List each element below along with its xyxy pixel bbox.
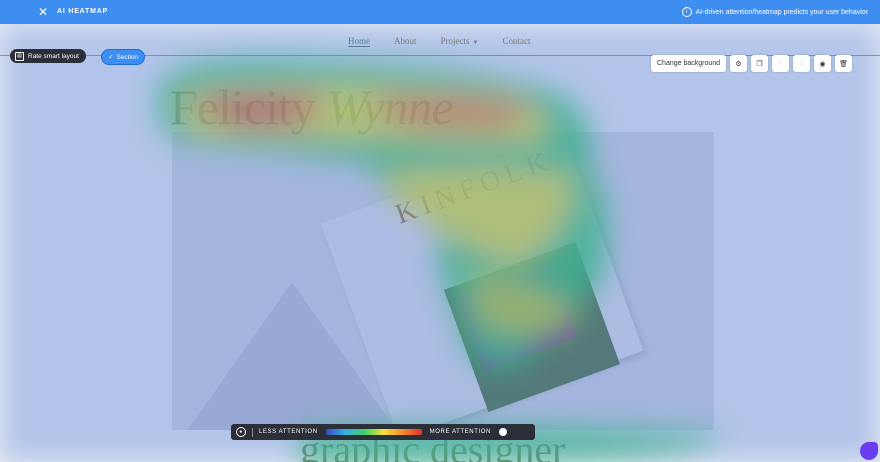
chevron-down-icon: ▼ [472, 40, 479, 46]
change-background-button[interactable]: Change background [651, 55, 727, 72]
legend-toggle-icon[interactable] [498, 428, 507, 436]
site-canvas: KINFOLK Felicity Wynne graphic designer … [0, 24, 880, 462]
hero-image: KINFOLK [172, 132, 714, 430]
duplicate-icon[interactable]: ❐ [751, 55, 769, 72]
settings-icon[interactable]: ⚙ [730, 55, 748, 72]
check-icon: ✓ [108, 54, 114, 61]
heatmap-title: AI HEATMAP [57, 8, 109, 15]
layout-icon: ▤ [15, 51, 24, 61]
chat-help-icon[interactable] [860, 442, 878, 460]
nav-item-about[interactable]: About [394, 36, 417, 47]
eye-icon[interactable]: ● [236, 427, 246, 437]
section-tag-label: Section [116, 53, 139, 61]
hide-eye-icon[interactable]: ◉ [814, 55, 832, 72]
nav-item-home[interactable]: Home [348, 36, 370, 47]
legend-divider [252, 427, 253, 437]
heatmap-info: i AI-driven attention/heatmap predicts y… [681, 7, 868, 17]
heatmap-info-text: AI-driven attention/heatmap predicts you… [695, 8, 868, 16]
section-tag[interactable]: ✓ Section [101, 49, 146, 65]
close-icon[interactable]: ✕ [36, 5, 50, 19]
info-circle-icon: i [681, 7, 692, 17]
site-nav: Home About Projects ▼ Contact [348, 36, 554, 47]
site-name-first: Felicity [170, 79, 316, 135]
nav-item-projects[interactable]: Projects ▼ [441, 36, 479, 47]
rate-smart-layout-button[interactable]: ▤ Rate smart layout [10, 49, 86, 63]
site-name-last: Wynne [326, 79, 453, 135]
nav-item-contact[interactable]: Contact [502, 36, 530, 47]
heatmap-top-bar: ✕ AI HEATMAP i AI-driven attention/heatm… [0, 0, 880, 24]
section-toolbar: Change background ⚙ ❐ ↑ ↓ ◉ 🗑 [651, 55, 853, 72]
delete-icon[interactable]: 🗑 [835, 55, 853, 72]
heatmap-legend: ● LESS ATTENTION MORE ATTENTION [231, 424, 535, 440]
legend-more-label: MORE ATTENTION [429, 429, 491, 435]
move-down-icon[interactable]: ↓ [793, 55, 811, 72]
legend-less-label: LESS ATTENTION [259, 429, 318, 435]
cover-photo [456, 261, 579, 372]
rate-smart-layout-label: Rate smart layout [28, 52, 79, 60]
site-name: Felicity Wynne [170, 78, 454, 136]
nav-item-projects-label: Projects [440, 36, 470, 46]
move-up-icon[interactable]: ↑ [772, 55, 790, 72]
legend-gradient-bar [325, 429, 422, 435]
